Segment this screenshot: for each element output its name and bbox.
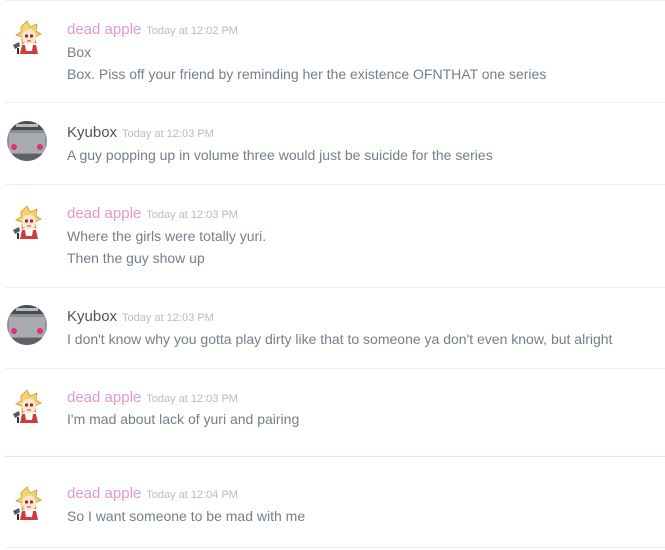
avatar[interactable]: [7, 305, 47, 345]
message-text: Then the guy show up: [67, 250, 205, 266]
username[interactable]: Kyubox: [67, 124, 117, 141]
message-header: dead apple Today at 12:03 PM: [67, 389, 238, 407]
username[interactable]: dead apple: [67, 389, 141, 406]
top-divider: [5, 0, 665, 1]
message-text: So I want someone to be mad with me: [67, 508, 306, 524]
avatar[interactable]: [7, 203, 47, 243]
username[interactable]: dead apple: [67, 205, 141, 222]
message-divider: [5, 184, 665, 185]
timestamp: Today at 12:04 PM: [146, 489, 238, 501]
username[interactable]: dead apple: [67, 485, 141, 502]
anime-girl-avatar-icon: [7, 203, 47, 243]
avatar[interactable]: [7, 387, 47, 427]
message-divider: [5, 102, 665, 103]
message-text: I don't know why you gotta play dirty li…: [67, 331, 613, 347]
message-divider: [5, 456, 665, 457]
avatar[interactable]: [7, 18, 47, 58]
message-header: Kyubox Today at 12:03 PM: [67, 308, 214, 326]
message-header: Kyubox Today at 12:03 PM: [67, 124, 214, 142]
timestamp: Today at 12:03 PM: [146, 209, 238, 221]
anime-girl-avatar-icon: [7, 18, 47, 58]
device-avatar-icon: [7, 121, 47, 161]
timestamp: Today at 12:03 PM: [146, 393, 238, 405]
message-text: Where the girls were totally yuri.: [67, 228, 267, 244]
device-avatar-icon: [7, 305, 47, 345]
avatar[interactable]: [7, 121, 47, 161]
timestamp: Today at 12:03 PM: [122, 312, 214, 324]
username[interactable]: Kyubox: [67, 308, 117, 325]
avatar[interactable]: [7, 484, 47, 524]
anime-girl-avatar-icon: [7, 387, 47, 427]
message-divider: [5, 287, 665, 288]
username[interactable]: dead apple: [67, 21, 141, 38]
message-text: Box: [67, 44, 92, 60]
message-text: Box. Piss off your friend by reminding h…: [67, 66, 547, 82]
message-text: I'm mad about lack of yuri and pairing: [67, 411, 300, 427]
message-divider: [5, 547, 665, 548]
anime-girl-avatar-icon: [7, 484, 47, 524]
message-text: A guy popping up in volume three would j…: [67, 147, 493, 163]
timestamp: Today at 12:02 PM: [146, 25, 238, 37]
message-divider: [5, 368, 665, 369]
message-header: dead apple Today at 12:04 PM: [67, 485, 238, 503]
message-header: dead apple Today at 12:03 PM: [67, 205, 238, 223]
timestamp: Today at 12:03 PM: [122, 128, 214, 140]
message-header: dead apple Today at 12:02 PM: [67, 21, 238, 39]
